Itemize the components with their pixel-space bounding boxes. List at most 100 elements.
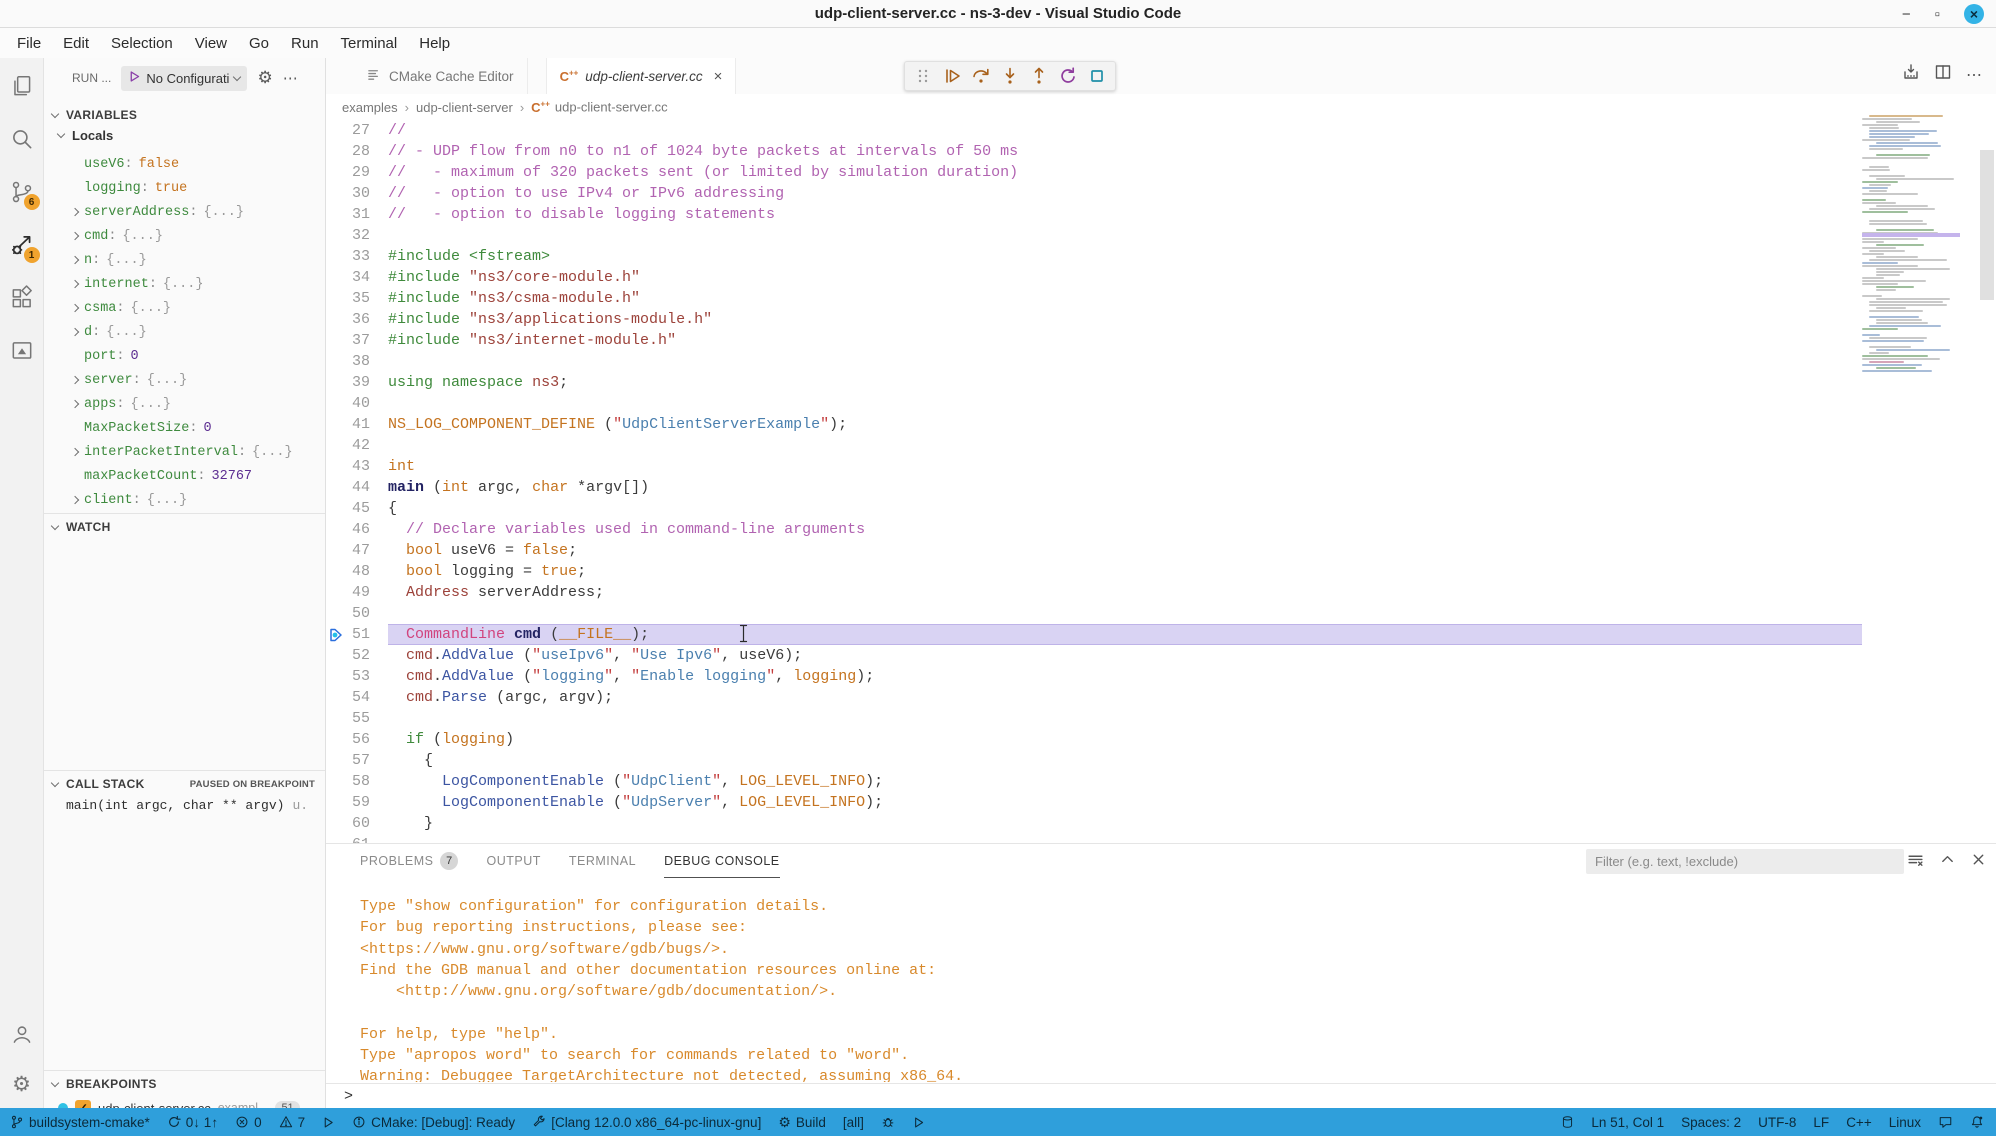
run-below-icon[interactable] [1902,63,1920,86]
code-line[interactable]: 32 [326,225,1862,246]
variable-row[interactable]: maxPacketCount:32767 [44,464,325,488]
code-line[interactable]: 40 [326,393,1862,414]
variable-row[interactable]: cmd:{...} [44,224,325,248]
callstack-section-header[interactable]: CALL STACK PAUSED ON BREAKPOINT [44,773,325,795]
code-line[interactable]: 31// - option to disable logging stateme… [326,204,1862,225]
status-utf-8[interactable]: UTF-8 [1758,1115,1796,1130]
variable-row[interactable]: logging:true [44,176,325,200]
explorer-icon[interactable] [8,72,36,100]
status-clang-12-0-0-x86-64-pc-linux-gnu[interactable]: [Clang 12.0.0 x86_64-pc-linux-gnu] [532,1115,761,1130]
manage-gear-icon[interactable]: ⚙ [8,1070,36,1098]
panel-tab-problems[interactable]: PROBLEMS7 [360,844,458,878]
status-bell[interactable] [1970,1115,1984,1129]
stop-icon[interactable] [1084,63,1110,89]
variable-row[interactable]: server:{...} [44,368,325,392]
code-line[interactable]: 27// [326,120,1862,141]
menu-item-edit[interactable]: Edit [52,35,100,52]
code-line[interactable]: 55 [326,708,1862,729]
code-line[interactable]: 46 // Declare variables used in command-… [326,519,1862,540]
panel-tab-output[interactable]: OUTPUT [486,844,540,878]
status-dbgsmall[interactable] [322,1116,335,1129]
status-c++[interactable]: C++ [1846,1115,1872,1130]
variable-row[interactable]: client:{...} [44,488,325,512]
breadcrumb-item[interactable]: examples [342,100,398,115]
variable-row[interactable]: csma:{...} [44,296,325,320]
code-line[interactable]: 50 [326,603,1862,624]
callstack-frame[interactable]: main(int argc, char ** argv) u. [66,798,319,813]
status-play[interactable] [912,1116,925,1129]
tab-udp-client-server-cc[interactable]: C++udp-client-server.cc× [546,58,737,94]
minimap[interactable] [1862,115,1960,381]
code-line[interactable]: 53 cmd.AddValue ("logging", "Enable logg… [326,666,1862,687]
code-line[interactable]: 54 cmd.Parse (argc, argv); [326,687,1862,708]
variable-row[interactable]: useV6:false [44,152,325,176]
restart-icon[interactable] [1055,63,1081,89]
variable-row[interactable]: MaxPacketSize:0 [44,416,325,440]
variable-row[interactable]: apps:{...} [44,392,325,416]
debug-settings-gear-icon[interactable]: ⚙ [257,68,272,88]
status-cmake-debug-ready[interactable]: CMake: [Debug]: Ready [352,1115,515,1130]
code-line[interactable]: 59 LogComponentEnable ("UdpServer", LOG_… [326,792,1862,813]
minimize-icon[interactable]: − [1902,7,1911,22]
extensions-icon[interactable] [8,284,36,312]
breadcrumb-item[interactable]: C++udp-client-server.cc [531,99,667,114]
variable-row[interactable]: d:{...} [44,320,325,344]
source-control-icon[interactable]: 6 [8,178,36,206]
status-db[interactable] [1561,1115,1574,1129]
status-all[interactable]: [all] [843,1115,864,1130]
panel-tab-debug-console[interactable]: DEBUG CONSOLE [664,844,780,878]
status-bug[interactable] [881,1115,895,1129]
variable-row[interactable]: internet:{...} [44,272,325,296]
status-0[interactable]: 0 [235,1115,262,1130]
continue-icon[interactable] [939,63,965,89]
menu-item-go[interactable]: Go [238,35,280,52]
code-line[interactable]: 41NS_LOG_COMPONENT_DEFINE ("UdpClientSer… [326,414,1862,435]
close-icon[interactable]: × [1964,4,1984,24]
code-line[interactable]: 56 if (logging) [326,729,1862,750]
code-line[interactable]: 37#include "ns3/internet-module.h" [326,330,1862,351]
debug-current-line-icon[interactable] [326,627,346,643]
status-7[interactable]: 7 [279,1115,306,1130]
status-spaces-2[interactable]: Spaces: 2 [1681,1115,1741,1130]
debug-console-input[interactable]: > [326,1083,1996,1108]
code-line[interactable]: 45{ [326,498,1862,519]
breakpoints-section-header[interactable]: BREAKPOINTS [44,1073,325,1095]
drag-handle-icon[interactable] [910,63,936,89]
code-line[interactable]: 28// - UDP flow from n0 to n1 of 1024 by… [326,141,1862,162]
maximize-panel-icon[interactable] [1940,852,1955,874]
variable-row[interactable]: port:0 [44,344,325,368]
code-line[interactable]: 29// - maximum of 320 packets sent (or l… [326,162,1862,183]
code-line[interactable]: 57 { [326,750,1862,771]
start-debug-icon[interactable] [128,70,141,86]
variable-row[interactable]: serverAddress:{...} [44,200,325,224]
status-build[interactable]: ⚙Build [778,1115,826,1130]
code-line[interactable]: 33#include <fstream> [326,246,1862,267]
run-debug-icon[interactable]: 1 [8,231,36,259]
step-out-icon[interactable] [1026,63,1052,89]
clear-console-icon[interactable] [1907,852,1924,874]
variable-row[interactable]: n:{...} [44,248,325,272]
maximize-icon[interactable]: ▫ [1935,7,1940,22]
editor-scrollbar[interactable] [1980,150,1994,300]
console-filter-input[interactable]: Filter (e.g. text, !exclude) [1586,849,1904,874]
code-line[interactable]: 39using namespace ns3; [326,372,1862,393]
panel-tab-terminal[interactable]: TERMINAL [569,844,636,878]
menu-item-run[interactable]: Run [280,35,330,52]
code-line[interactable]: 49 Address serverAddress; [326,582,1862,603]
more-actions-icon[interactable]: ⋯ [283,69,299,87]
status-feedback[interactable] [1938,1115,1953,1129]
code-line[interactable]: 42 [326,435,1862,456]
code-line[interactable]: 61 [326,834,1862,843]
code-line[interactable]: 60 } [326,813,1862,834]
split-editor-icon[interactable] [1934,63,1952,86]
status-0-1[interactable]: 0↓ 1↑ [167,1115,218,1130]
code-line[interactable]: 36#include "ns3/applications-module.h" [326,309,1862,330]
code-line[interactable]: 38 [326,351,1862,372]
menu-item-terminal[interactable]: Terminal [330,35,409,52]
search-icon[interactable] [8,125,36,153]
code-line[interactable]: 43int [326,456,1862,477]
step-over-icon[interactable] [968,63,994,89]
variables-section-header[interactable]: VARIABLES [44,104,325,126]
code-line[interactable]: 52 cmd.AddValue ("useIpv6", "Use Ipv6", … [326,645,1862,666]
code-line[interactable]: 30// - option to use IPv4 or IPv6 addres… [326,183,1862,204]
